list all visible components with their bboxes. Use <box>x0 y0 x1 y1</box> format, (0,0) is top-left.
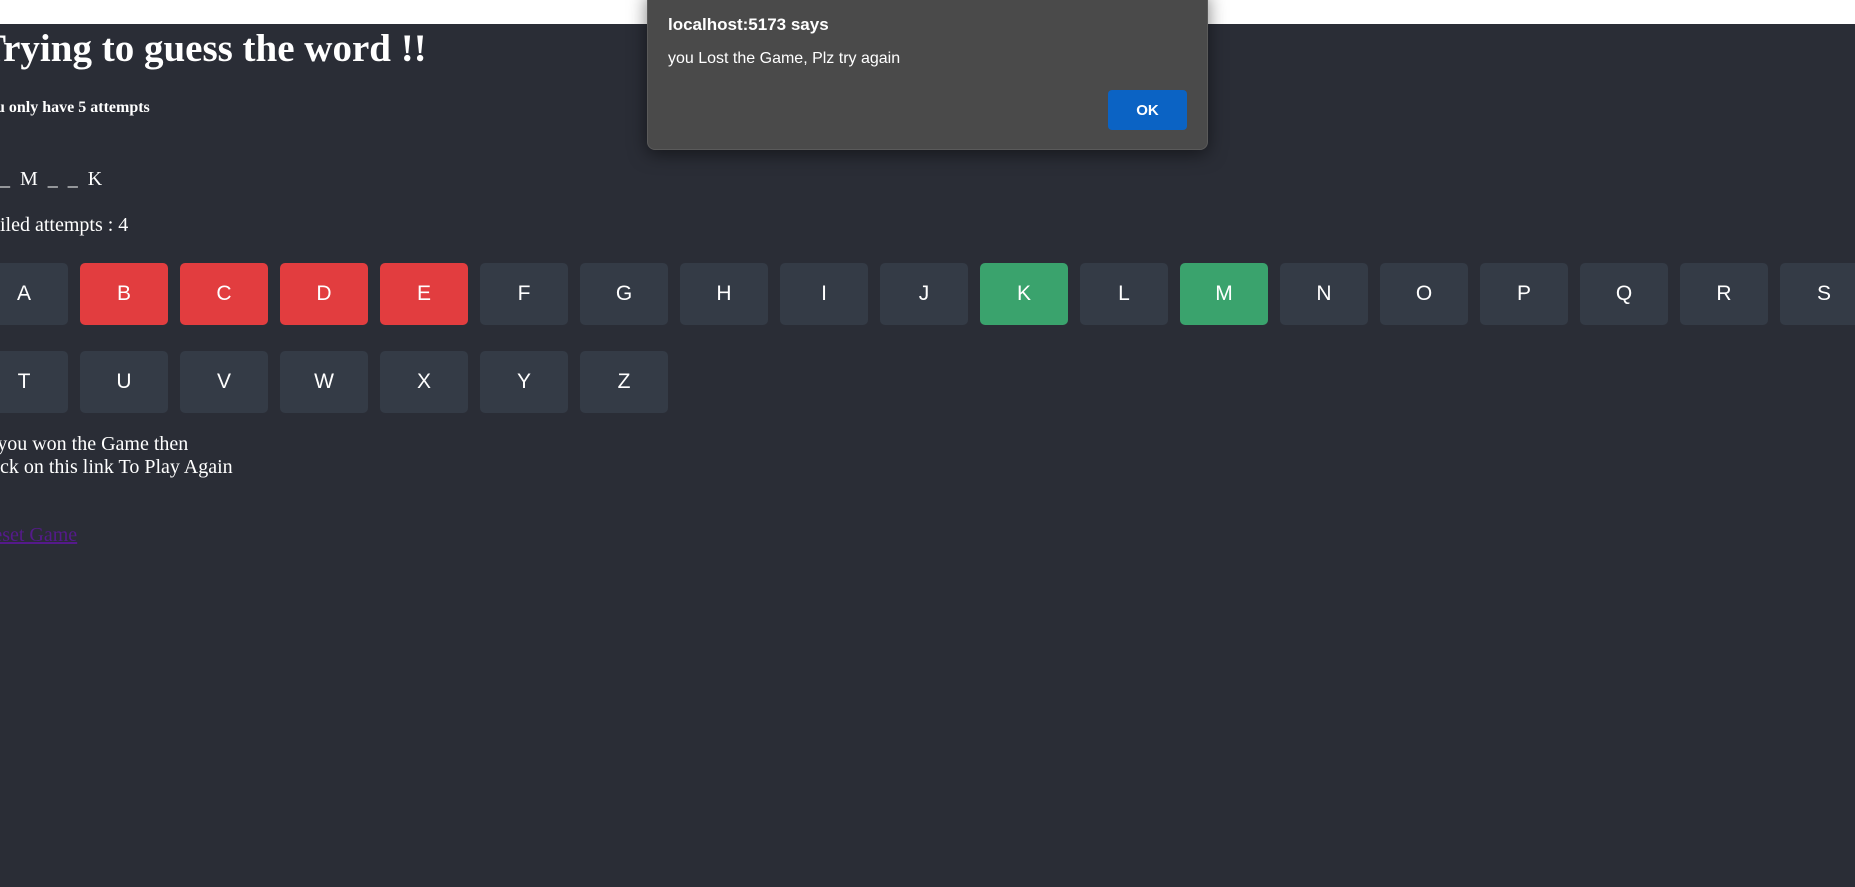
browser-viewport: Trying to guess the word !! you only hav… <box>0 24 1855 887</box>
letter-key-h[interactable]: H <box>680 263 768 325</box>
letter-key-a[interactable]: A <box>0 263 68 325</box>
dialog-ok-button[interactable]: OK <box>1108 90 1187 130</box>
letter-key-y[interactable]: Y <box>480 351 568 413</box>
letter-key-b[interactable]: B <box>80 263 168 325</box>
play-again-line-1: if you won the Game then <box>0 433 189 455</box>
letter-key-g[interactable]: G <box>580 263 668 325</box>
letter-key-i[interactable]: I <box>780 263 868 325</box>
letter-key-t[interactable]: T <box>0 351 68 413</box>
letter-key-j[interactable]: J <box>880 263 968 325</box>
letter-key-l[interactable]: L <box>1080 263 1168 325</box>
letter-key-z[interactable]: Z <box>580 351 668 413</box>
hangman-page: Trying to guess the word !! you only hav… <box>0 24 1855 887</box>
letter-key-m[interactable]: M <box>1180 263 1268 325</box>
dialog-origin-title: localhost:5173 says <box>668 15 829 34</box>
letter-key-w[interactable]: W <box>280 351 368 413</box>
letter-key-u[interactable]: U <box>80 351 168 413</box>
letter-key-r[interactable]: R <box>1680 263 1768 325</box>
letter-key-p[interactable]: P <box>1480 263 1568 325</box>
keyboard-row-2: TUVWXYZ <box>0 351 668 413</box>
reset-game-link[interactable]: Reset Game <box>0 524 77 547</box>
letter-key-f[interactable]: F <box>480 263 568 325</box>
keyboard-row-1: ABCDEFGHIJKLMNOPQRS <box>0 263 1855 325</box>
page-title: Trying to guess the word !! <box>0 27 427 70</box>
letter-key-d[interactable]: D <box>280 263 368 325</box>
letter-key-n[interactable]: N <box>1280 263 1368 325</box>
letter-key-x[interactable]: X <box>380 351 468 413</box>
play-again-message: if you won the Game then click on this l… <box>0 433 233 479</box>
attempts-limit-text: you only have 5 attempts <box>0 99 150 116</box>
letter-key-q[interactable]: Q <box>1580 263 1668 325</box>
letter-key-s[interactable]: S <box>1780 263 1855 325</box>
masked-word: _ _ M _ _ K <box>0 168 103 190</box>
alert-dialog: localhost:5173 says you Lost the Game, P… <box>647 0 1208 150</box>
failed-attempts-counter: Failed attempts : 4 <box>0 214 129 236</box>
play-again-line-2: click on this link To Play Again <box>0 456 233 478</box>
letter-key-c[interactable]: C <box>180 263 268 325</box>
letter-key-o[interactable]: O <box>1380 263 1468 325</box>
dialog-message: you Lost the Game, Plz try again <box>668 50 901 67</box>
letter-key-k[interactable]: K <box>980 263 1068 325</box>
letter-key-e[interactable]: E <box>380 263 468 325</box>
letter-key-v[interactable]: V <box>180 351 268 413</box>
